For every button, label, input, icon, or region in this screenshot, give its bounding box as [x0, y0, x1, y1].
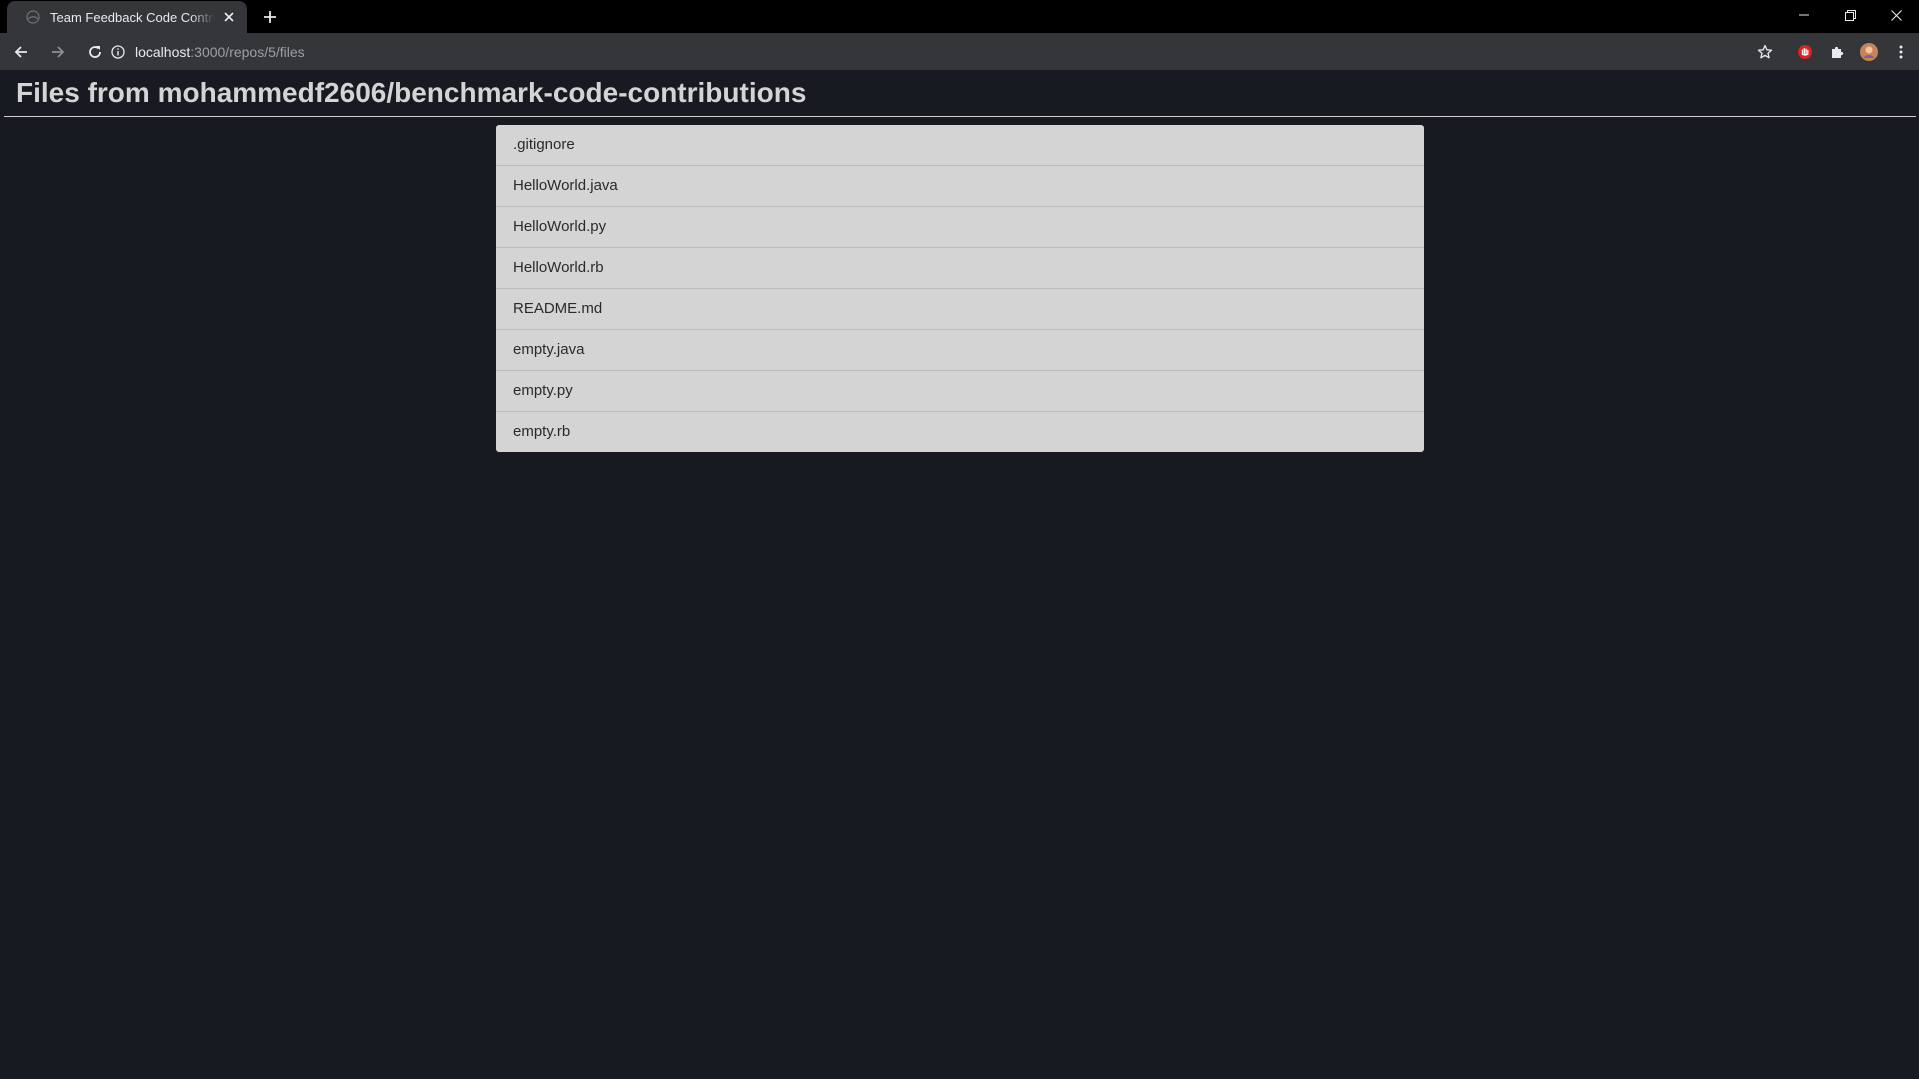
tab-strip: Team Feedback Code Contributions	[0, 0, 1919, 33]
tab-title: Team Feedback Code Contributions	[50, 9, 215, 25]
page-content: Files from mohammedf2606/benchmark-code-…	[0, 70, 1919, 1079]
browser-toolbar: localhost:3000/repos/5/files	[0, 33, 1919, 70]
browser-menu-button[interactable]	[1885, 36, 1917, 68]
file-item[interactable]: README.md	[496, 289, 1424, 330]
reload-icon	[89, 45, 101, 58]
minimize-icon	[1799, 14, 1809, 16]
title-divider	[4, 116, 1916, 117]
hand-stop-icon	[1798, 44, 1812, 59]
url-path: :3000/repos/5/files	[190, 43, 305, 60]
file-item[interactable]: empty.rb	[496, 412, 1424, 452]
new-tab-button[interactable]	[258, 5, 282, 29]
file-item[interactable]: .gitignore	[496, 125, 1424, 166]
back-button[interactable]	[5, 36, 37, 68]
extensions-menu-button[interactable]	[1821, 36, 1853, 68]
window-controls	[1781, 0, 1919, 30]
info-icon[interactable]	[110, 44, 126, 60]
file-item[interactable]: empty.java	[496, 330, 1424, 371]
file-item[interactable]: HelloWorld.rb	[496, 248, 1424, 289]
close-tab-icon[interactable]	[221, 9, 237, 25]
url-host: localhost	[135, 43, 191, 60]
browser-window: Team Feedback Code Contributions	[0, 0, 1919, 1079]
globe-icon	[26, 10, 40, 24]
file-item[interactable]: HelloWorld.py	[496, 207, 1424, 248]
extension-button[interactable]	[1789, 36, 1821, 68]
file-item[interactable]: empty.py	[496, 371, 1424, 412]
plus-icon	[264, 11, 276, 23]
avatar	[1860, 42, 1878, 61]
forward-button[interactable]	[42, 36, 74, 68]
minimize-button[interactable]	[1781, 0, 1827, 30]
bookmark-star-button[interactable]	[1749, 36, 1781, 68]
reload-button[interactable]	[79, 36, 111, 68]
restore-icon	[1844, 9, 1856, 21]
close-icon	[1890, 9, 1902, 21]
page-title: Files from mohammedf2606/benchmark-code-…	[16, 77, 807, 108]
address-bar[interactable]: localhost:3000/repos/5/files	[110, 37, 1760, 66]
star-icon	[1757, 44, 1773, 58]
file-list: .gitignore HelloWorld.java HelloWorld.py…	[496, 125, 1424, 452]
file-item[interactable]: HelloWorld.java	[496, 166, 1424, 207]
close-window-button[interactable]	[1873, 0, 1919, 30]
arrow-left-icon	[14, 45, 27, 58]
restore-button[interactable]	[1827, 0, 1873, 30]
profile-button[interactable]	[1853, 36, 1885, 68]
toolbar-actions	[1749, 33, 1919, 70]
arrow-right-icon	[52, 45, 65, 58]
tab-active[interactable]: Team Feedback Code Contributions	[7, 1, 247, 33]
kebab-menu-icon	[1899, 45, 1903, 58]
puzzle-icon	[1832, 46, 1844, 58]
